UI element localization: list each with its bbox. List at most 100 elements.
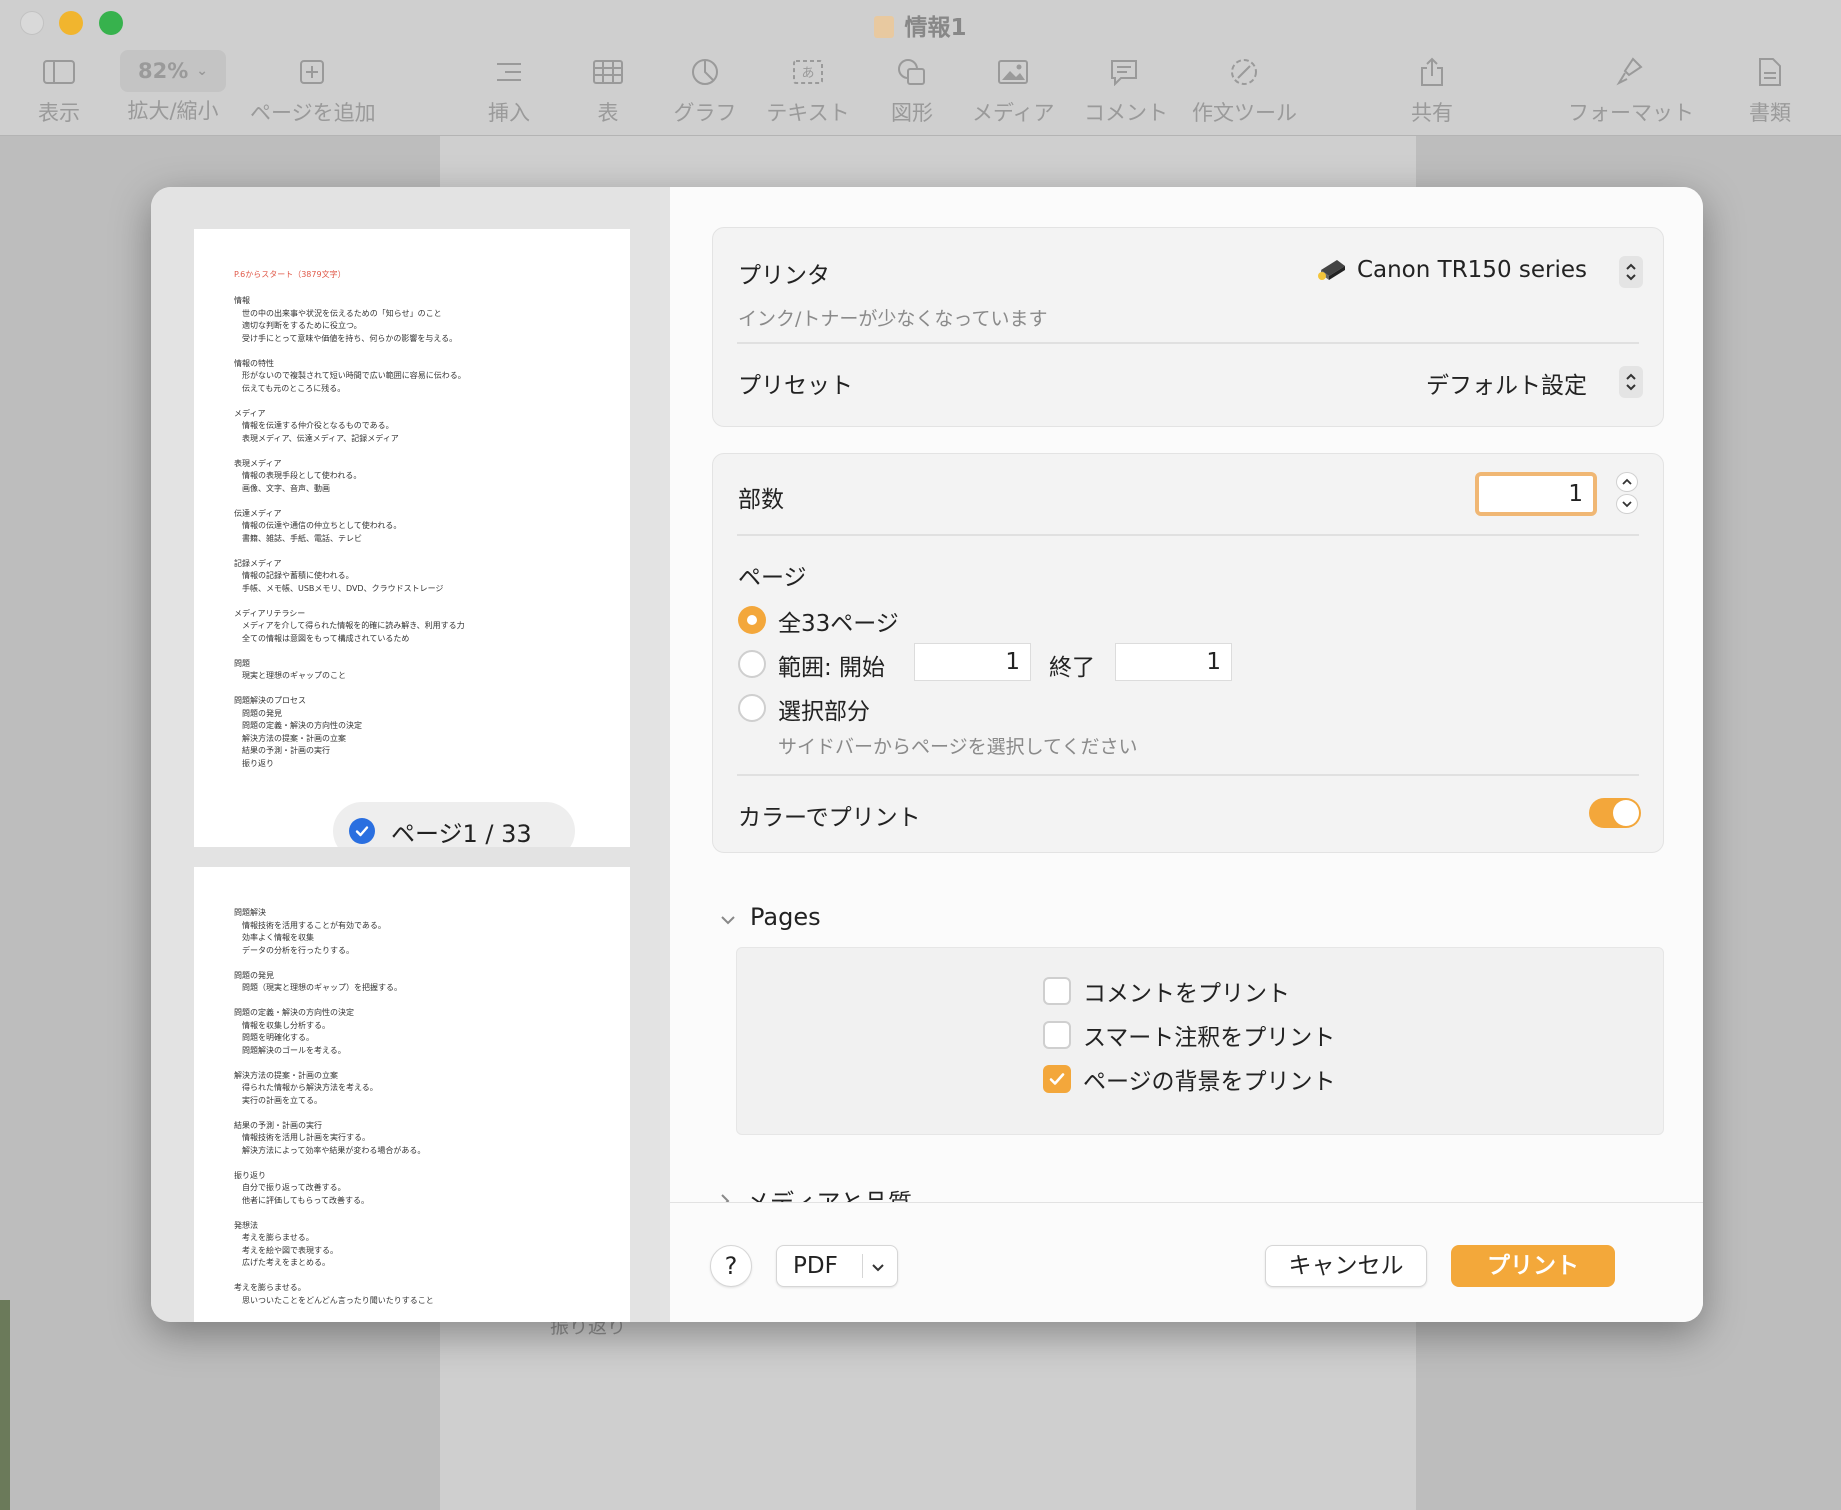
photo-icon [972,50,1054,94]
toolbar-writing-tools-label: 作文ツール [1192,101,1297,125]
toolbar-format-label: フォーマット [1568,101,1694,125]
toolbar-comment-button[interactable]: コメント [1084,50,1168,127]
pages-all-radio[interactable] [738,606,766,634]
print-button[interactable]: プリント [1451,1245,1615,1287]
toolbar-text-label: テキスト [766,101,850,125]
toolbar-document-label: 書類 [1749,101,1791,125]
toolbar-chart-label: グラフ [673,101,737,125]
copies-pages-group: 部数 1 ページ 全33ページ 範囲: 開始 1 終了 1 選択部分 サイドバー… [712,453,1664,853]
toolbar-document-button[interactable]: 書類 [1748,50,1792,127]
copies-input[interactable]: 1 [1475,472,1597,516]
checkmark-icon [349,818,375,844]
copies-label: 部数 [738,487,784,513]
toolbar-view-button[interactable]: 表示 [34,50,84,127]
preset-popup-arrows[interactable] [1619,366,1643,398]
toolbar-text-button[interactable]: あ テキスト [764,50,852,127]
printer-status: インク/トナーが少なくなっています [738,308,1048,330]
help-button[interactable]: ? [710,1245,752,1287]
print-comments-option[interactable]: コメントをプリント [1043,974,1290,1008]
pages-range-label: 範囲: 開始 [778,655,886,681]
window-title: 情報1 [0,8,1841,42]
desktop-background [0,1300,10,1510]
pages-range-radio[interactable] [738,650,766,678]
print-settings-pane: プリンタ インク/トナーが少なくなっています Canon TR150 serie… [670,187,1703,1322]
toolbar-format-button[interactable]: フォーマット [1568,50,1694,127]
print-comments-label: コメントをプリント [1083,981,1290,1007]
window-titlebar: 情報1 表示 82% ⌄ 拡大/縮小 ページを追加 挿入 表 グラフ あ テキス… [0,0,1841,136]
share-icon [1410,50,1454,94]
toolbar-view-label: 表示 [38,101,80,125]
preset-select[interactable]: デフォルト設定 [1426,366,1587,400]
pages-section-title: Pages [750,903,821,931]
chevron-up-icon[interactable] [1616,472,1638,492]
chevron-down-icon[interactable] [1616,494,1638,514]
chevron-down-icon [871,1253,885,1279]
pages-selection-label: 選択部分 [778,699,870,725]
print-background-option[interactable]: ページの背景をプリント [1043,1062,1336,1096]
toolbar-media-button[interactable]: メディア [972,50,1055,127]
toolbar-table-label: 表 [597,101,619,125]
preset-label: プリセット [738,373,853,399]
print-background-label: ページの背景をプリント [1083,1069,1336,1095]
print-smart-annotations-option[interactable]: スマート注釈をプリント [1043,1018,1335,1052]
table-icon [592,50,624,94]
media-quality-title: メディアと品質 [746,1189,912,1203]
pages-options-box: コメントをプリント スマート注釈をプリント ページの背景をプリント [736,947,1664,1135]
printer-select[interactable]: Canon TR150 series [1317,256,1587,283]
toolbar-zoom-button[interactable]: 82% ⌄ 拡大/縮小 [120,50,226,125]
printer-settings-group: プリンタ インク/トナーが少なくなっています Canon TR150 serie… [712,227,1664,427]
thumbnail-text: 問題解決 情報技術を活用することが有効である。 効率よく情報を収集 データの分析… [234,908,434,1305]
insert-icon [486,50,532,94]
print-background-checkbox[interactable] [1043,1065,1071,1093]
printer-icon [1317,256,1349,282]
toolbar-table-button[interactable]: 表 [592,50,624,127]
divider [737,342,1639,344]
page-select-badge[interactable]: ページ1 / 33 [333,802,575,847]
chevron-down-icon: ⌄ [196,63,208,79]
toolbar-chart-button[interactable]: グラフ [672,50,738,127]
page-thumbnail-2[interactable]: 問題解決 情報技術を活用することが有効である。 効率よく情報を収集 データの分析… [194,867,630,1322]
print-preview-pane[interactable]: P.6からスタート（3879文字） 情報 世の中の出来事や状況を伝えるための「知… [151,187,670,1322]
copies-stepper[interactable] [1615,472,1639,514]
text-box-icon: あ [764,50,852,94]
toolbar-share-button[interactable]: 共有 [1410,50,1454,127]
toggle-knob [1613,800,1639,826]
printer-label: プリンタ [738,263,830,289]
print-smart-annotations-checkbox[interactable] [1043,1021,1071,1049]
toolbar-add-page-label: ページを追加 [250,101,376,125]
toolbar-share-label: 共有 [1411,101,1453,125]
divider [737,534,1639,536]
cancel-button[interactable]: キャンセル [1265,1245,1427,1287]
printer-popup-arrows[interactable] [1619,256,1643,288]
print-comments-checkbox[interactable] [1043,977,1071,1005]
zoom-select[interactable]: 82% ⌄ [120,50,226,92]
chevron-down-icon [720,903,736,931]
print-smart-annotations-label: スマート注釈をプリント [1083,1025,1336,1051]
pages-selection-hint: サイドバーからページを選択してください [778,736,1138,758]
toolbar-insert-label: 挿入 [488,101,530,125]
page-thumbnail-1[interactable]: P.6からスタート（3879文字） 情報 世の中の出来事や状況を伝えるための「知… [194,229,630,847]
shape-icon [890,50,934,94]
pages-selection-radio[interactable] [738,694,766,722]
range-from-input[interactable]: 1 [914,643,1031,681]
zoom-value: 82% [138,59,189,83]
toolbar-comment-label: コメント [1084,101,1168,125]
toolbar-insert-button[interactable]: 挿入 [486,50,532,127]
pdf-menu-button[interactable]: PDF [776,1245,898,1287]
thumbnail-text: 情報 世の中の出来事や状況を伝えるための「知らせ」のこと 適切な判断をするために… [234,296,466,768]
writing-tools-icon [1192,50,1296,94]
color-print-toggle[interactable] [1589,798,1641,828]
comment-icon [1084,50,1164,94]
chevron-right-icon [720,1187,730,1203]
toolbar-media-label: メディア [972,101,1055,125]
svg-text:あ: あ [801,66,814,81]
pages-section-header[interactable]: Pages [720,903,821,931]
pdf-label: PDF [777,1254,863,1278]
window-title-text: 情報1 [904,15,967,41]
range-to-input[interactable]: 1 [1115,643,1232,681]
media-quality-section-header[interactable]: メディアと品質 [720,1183,912,1203]
toolbar-writing-tools-button[interactable]: 作文ツール [1192,50,1297,127]
toolbar-add-page-button[interactable]: ページを追加 [250,50,376,127]
pages-all-label: 全33ページ [778,611,899,637]
toolbar-shape-button[interactable]: 図形 [890,50,934,127]
